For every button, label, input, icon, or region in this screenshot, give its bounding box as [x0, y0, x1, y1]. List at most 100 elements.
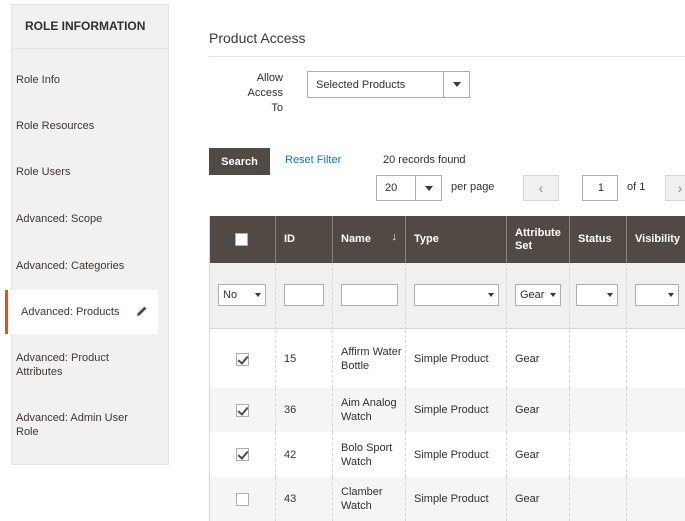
- chevron-down-icon: [546, 285, 560, 305]
- cell-name: Aim Analog Watch: [332, 388, 405, 432]
- row-checkbox[interactable]: [236, 403, 249, 417]
- pencil-icon: [137, 306, 147, 316]
- cell-visibility: [626, 432, 685, 477]
- page-number-input[interactable]: 1: [582, 175, 618, 201]
- cell-type: Simple Product: [405, 432, 506, 477]
- next-page-button[interactable]: ›: [665, 175, 685, 201]
- sidebar-title: ROLE INFORMATION: [12, 5, 168, 49]
- sort-down-arrow-icon: ↓: [391, 231, 398, 243]
- product-grid: ID Name ↓ Type Attribute Set Status Visi…: [209, 216, 685, 521]
- sidebar-item-role-info[interactable]: Role Info: [0, 73, 158, 87]
- filter-cell-name: [332, 263, 405, 329]
- cell-id: 43: [275, 477, 332, 521]
- cell-name: Bolo Sport Watch: [332, 432, 405, 477]
- chevron-left-icon: ‹: [538, 180, 544, 196]
- chevron-down-icon: [484, 285, 498, 305]
- row-checkbox[interactable]: [236, 352, 249, 366]
- allow-access-select[interactable]: Selected Products: [307, 71, 470, 98]
- row-checkbox[interactable]: [236, 448, 249, 461]
- page-total: of 1: [627, 181, 646, 193]
- id-filter-input[interactable]: [284, 284, 324, 306]
- attribute-set-filter-value: Gear: [520, 289, 545, 301]
- table-row[interactable]: 36 Aim Analog Watch Simple Product Gear: [210, 388, 685, 432]
- row-checkbox[interactable]: [236, 492, 249, 506]
- table-row[interactable]: 15 Affirm Water Bottle Simple Product Ge…: [210, 330, 685, 388]
- records-found: 20 records found: [383, 154, 466, 166]
- chevron-right-icon: ›: [677, 180, 683, 196]
- cell-status: [569, 432, 626, 477]
- column-id[interactable]: ID: [275, 216, 332, 263]
- name-filter-input[interactable]: [341, 284, 398, 306]
- row-select-cell: [210, 477, 275, 521]
- cell-attribute-set: Gear: [506, 432, 569, 477]
- filter-cell-select: No: [210, 263, 275, 329]
- row-select-cell: [210, 432, 275, 477]
- filter-cell-id: [275, 263, 332, 329]
- column-name-label: Name: [341, 233, 371, 245]
- chevron-down-icon: [603, 285, 617, 305]
- sidebar-item-advanced-admin-user-role[interactable]: Advanced: Admin User Role: [0, 411, 150, 439]
- search-button[interactable]: Search: [209, 148, 270, 175]
- column-visibility[interactable]: Visibility: [626, 216, 685, 263]
- per-page-value: 20: [385, 182, 398, 194]
- cell-type: Simple Product: [405, 477, 506, 521]
- column-status[interactable]: Status: [569, 216, 626, 263]
- cell-visibility: [626, 330, 685, 388]
- filter-cell-status: [569, 263, 626, 329]
- filter-cell-type: [405, 263, 506, 329]
- row-select-cell: [210, 388, 275, 432]
- attribute-set-filter-select[interactable]: Gear: [515, 284, 561, 306]
- column-name[interactable]: Name ↓: [332, 216, 405, 263]
- section-title: Product Access: [209, 30, 306, 46]
- grid-filter-row: No Gear: [210, 263, 685, 329]
- chevron-down-icon: [415, 176, 441, 200]
- cell-attribute-set: Gear: [506, 330, 569, 388]
- status-filter-select[interactable]: [576, 284, 618, 306]
- table-row[interactable]: 43 Clamber Watch Simple Product Gear: [210, 477, 685, 521]
- cell-name: Clamber Watch: [332, 477, 405, 521]
- cell-id: 36: [275, 388, 332, 432]
- column-attribute-set[interactable]: Attribute Set: [506, 216, 569, 263]
- in-selection-filter[interactable]: No: [218, 284, 266, 306]
- cell-attribute-set: Gear: [506, 388, 569, 432]
- sidebar-item-advanced-categories[interactable]: Advanced: Categories: [0, 259, 158, 273]
- visibility-filter-select[interactable]: [635, 284, 679, 306]
- cell-status: [569, 330, 626, 388]
- cell-type: Simple Product: [405, 388, 506, 432]
- table-row[interactable]: 42 Bolo Sport Watch Simple Product Gear: [210, 432, 685, 477]
- column-type[interactable]: Type: [405, 216, 506, 263]
- cell-visibility: [626, 388, 685, 432]
- chevron-down-icon: [443, 72, 469, 97]
- select-all-checkbox[interactable]: [235, 233, 248, 246]
- type-filter-select[interactable]: [414, 284, 499, 306]
- row-select-cell: [210, 330, 275, 388]
- cell-status: [569, 477, 626, 521]
- sidebar-item-advanced-products[interactable]: Advanced: Products: [5, 290, 158, 334]
- allow-access-label: Allow Access To: [247, 72, 283, 114]
- sidebar-item-label: Advanced: Products: [21, 306, 120, 318]
- in-selection-filter-value: No: [223, 289, 238, 301]
- allow-access-value: Selected Products: [316, 78, 406, 91]
- sidebar-item-role-users[interactable]: Role Users: [0, 165, 158, 179]
- cell-attribute-set: Gear: [506, 477, 569, 521]
- cell-id: 15: [275, 330, 332, 388]
- cell-name: Affirm Water Bottle: [332, 330, 405, 388]
- prev-page-button[interactable]: ‹: [523, 175, 559, 201]
- sidebar-item-role-resources[interactable]: Role Resources: [0, 119, 158, 133]
- filter-cell-visibility: [626, 263, 685, 329]
- reset-filter-link[interactable]: Reset Filter: [285, 154, 341, 166]
- per-page-select[interactable]: 20: [376, 175, 442, 201]
- per-page-label: per page: [451, 181, 495, 193]
- cell-visibility: [626, 477, 685, 521]
- filter-cell-attribute-set: Gear: [506, 263, 569, 329]
- chevron-down-icon: [251, 285, 265, 305]
- cell-id: 42: [275, 432, 332, 477]
- column-select-all[interactable]: [210, 216, 275, 263]
- cell-type: Simple Product: [405, 330, 506, 388]
- sidebar-item-advanced-scope[interactable]: Advanced: Scope: [0, 212, 158, 226]
- grid-header: ID Name ↓ Type Attribute Set Status Visi…: [210, 216, 685, 263]
- sidebar-item-advanced-product-attributes[interactable]: Advanced: Product Attributes: [0, 351, 150, 379]
- cell-status: [569, 388, 626, 432]
- chevron-down-icon: [664, 285, 678, 305]
- section-divider: [209, 56, 685, 57]
